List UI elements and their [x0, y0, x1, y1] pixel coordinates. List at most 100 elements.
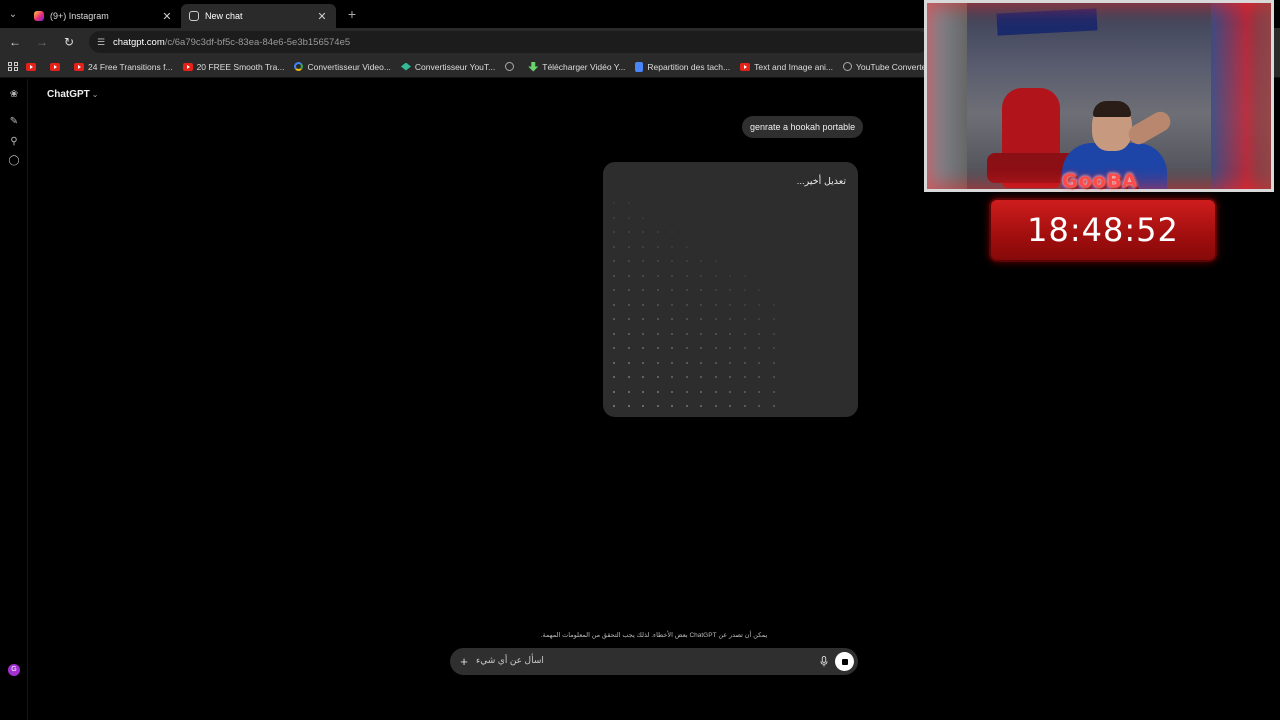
loading-dot — [627, 405, 630, 407]
chat-bubble-icon[interactable]: ◯ — [8, 155, 20, 167]
bookmark-item[interactable] — [505, 62, 518, 71]
forward-arrow-icon[interactable]: → — [30, 30, 54, 54]
reload-icon[interactable]: ↻ — [57, 30, 81, 54]
loading-dot — [642, 361, 644, 364]
clock-overlay: 18:48:52 — [989, 198, 1217, 262]
loading-dot — [671, 361, 673, 364]
loading-dot — [627, 332, 630, 335]
tab-instagram[interactable]: (9+) Instagram ✕ — [26, 4, 181, 28]
bookmark-item[interactable]: YouTube Converter... — [843, 62, 936, 72]
loading-dot — [729, 332, 731, 335]
loading-dot — [656, 289, 659, 291]
loading-dot — [656, 361, 659, 364]
tab-search-chevron-icon[interactable]: ⌄ — [0, 0, 26, 28]
loading-dot — [772, 347, 775, 349]
close-icon[interactable]: ✕ — [161, 10, 173, 23]
new-tab-plus-icon[interactable]: + — [340, 6, 364, 22]
clock-time: 18:48:52 — [1027, 211, 1179, 249]
openai-logo-icon[interactable]: ❀ — [8, 89, 20, 101]
bookmark-item[interactable]: Convertisseur YouT... — [400, 62, 495, 72]
bookmark-label: 24 Free Transitions f... — [88, 61, 173, 72]
loading-dot — [656, 260, 659, 262]
loading-dot — [627, 231, 630, 233]
loading-dot — [656, 303, 659, 306]
new-chat-pencil-icon[interactable]: ✎ — [8, 116, 20, 128]
site-settings-icon[interactable]: ☰ — [97, 37, 107, 48]
loading-dot — [685, 260, 688, 262]
loading-dot — [656, 405, 659, 407]
loading-dot — [729, 347, 731, 349]
loading-dot — [700, 289, 702, 291]
apps-grid-icon[interactable] — [0, 61, 26, 72]
loading-dot — [700, 332, 702, 335]
loading-dot — [772, 405, 775, 407]
loading-dot — [627, 216, 630, 219]
search-icon[interactable]: ⚲ — [8, 136, 20, 148]
loading-dot — [671, 390, 673, 393]
bookmark-label: Repartition des tach... — [647, 61, 731, 72]
model-label: ChatGPT — [47, 89, 90, 100]
loading-dot — [700, 318, 702, 320]
chatgpt-icon — [189, 11, 199, 21]
message-composer[interactable]: + اسأل عن أي شيء — [450, 648, 858, 675]
url-bar[interactable]: ☰ chatgpt.com/c/6a79c3df-bf5c-83ea-84e6-… — [89, 31, 929, 53]
bookmark-item[interactable]: 20 FREE Smooth Tra... — [182, 62, 284, 72]
youtube-icon — [182, 62, 193, 71]
globe-icon — [843, 62, 853, 71]
youtube-icon — [740, 62, 751, 71]
loading-dot — [743, 274, 746, 277]
bookmark-item[interactable]: Convertisseur Video... — [294, 62, 391, 72]
loading-dot — [743, 376, 746, 378]
bookmark-item[interactable]: 24 Free Transitions f... — [74, 62, 173, 72]
composer-input[interactable]: اسأل عن أي شيء — [476, 655, 544, 666]
bookmark-item[interactable] — [26, 62, 40, 71]
youtube-icon — [50, 62, 60, 71]
back-arrow-icon[interactable]: ← — [3, 30, 27, 54]
loading-dot — [627, 260, 630, 262]
bookmark-item[interactable]: Text and Image ani... — [740, 62, 833, 72]
microphone-icon[interactable] — [820, 656, 828, 667]
loading-dot — [743, 289, 746, 291]
loading-dot — [758, 332, 760, 335]
loading-dot — [743, 332, 746, 335]
avatar[interactable]: G — [8, 664, 20, 676]
bookmark-label: Text and Image ani... — [754, 61, 834, 72]
loading-dot — [758, 376, 760, 378]
bookmark-item[interactable]: Repartition des tach... — [635, 61, 731, 72]
loading-dot — [671, 303, 673, 306]
loading-dot — [714, 289, 717, 291]
loading-dot — [700, 405, 702, 407]
loading-dot — [642, 332, 644, 335]
loading-dot — [729, 361, 731, 364]
loading-dot — [772, 332, 775, 335]
bookmark-item[interactable]: Télécharger Vidéo Y... — [528, 61, 625, 72]
loading-dot — [613, 202, 615, 204]
loading-dot — [613, 260, 615, 262]
attach-plus-icon[interactable]: + — [452, 654, 476, 669]
loading-dot — [656, 376, 659, 378]
loading-dot — [642, 390, 644, 393]
loading-dot — [671, 347, 673, 349]
loading-dot — [627, 274, 630, 277]
bookmark-item[interactable] — [50, 62, 64, 71]
loading-dot — [656, 318, 659, 320]
loading-dot — [671, 376, 673, 378]
loading-dot — [642, 405, 644, 407]
loading-dot — [700, 347, 702, 349]
tab-new-chat[interactable]: New chat ✕ — [181, 4, 336, 28]
loading-dot — [627, 289, 630, 291]
stop-generating-button[interactable] — [835, 652, 854, 671]
loading-dot — [656, 390, 659, 393]
chat-sidebar: ❀ ✎ ⚲ ◯ G — [0, 79, 28, 720]
loading-dot — [700, 274, 702, 277]
loading-dot — [685, 347, 688, 349]
model-selector[interactable]: ChatGPT ⌄ — [47, 89, 98, 100]
loading-dot — [700, 303, 702, 306]
loading-dot — [714, 361, 717, 364]
loading-dot — [700, 390, 702, 393]
loading-dot — [613, 274, 615, 277]
close-icon[interactable]: ✕ — [316, 10, 328, 23]
loading-dot — [772, 361, 775, 364]
loading-dot — [671, 318, 673, 320]
loading-dot — [656, 347, 659, 349]
